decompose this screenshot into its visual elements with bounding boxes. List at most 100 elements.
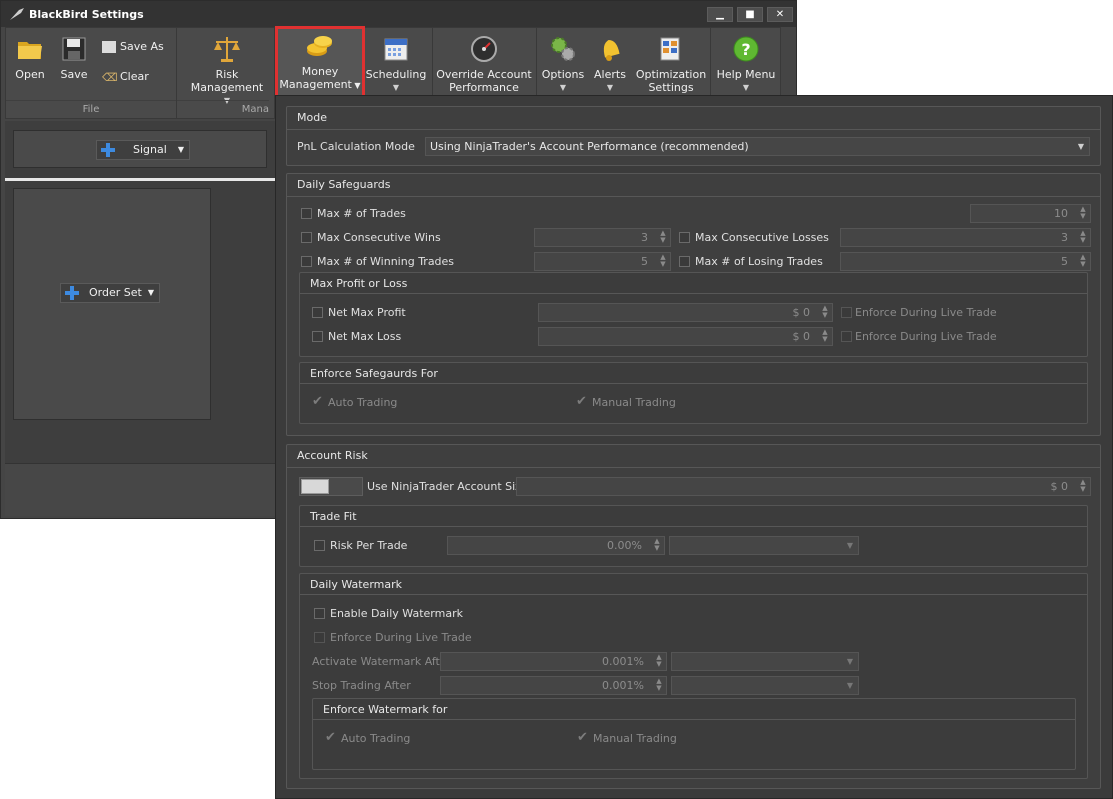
open-button[interactable]: Open — [10, 34, 50, 81]
gears-icon — [551, 37, 575, 61]
risk-management-button[interactable]: Risk Management ▼ — [181, 34, 273, 107]
max-winning-trades-input[interactable]: 5 ▲ ▼ — [534, 252, 671, 271]
spinner-icon[interactable]: ▲ ▼ — [1078, 479, 1088, 494]
save-button[interactable]: Save — [54, 34, 94, 81]
risk-per-trade-label: Risk Per Trade — [330, 539, 408, 552]
chevron-down-icon: ▼ — [147, 288, 154, 297]
title-bar: BlackBird Settings ▁ ■ ✕ — [1, 1, 796, 27]
maximize-button[interactable]: ■ — [737, 7, 763, 22]
risk-per-trade-unit-select[interactable]: ▼ — [669, 536, 859, 555]
divider — [710, 28, 711, 98]
spinner-icon[interactable]: ▲ ▼ — [1078, 230, 1088, 245]
manual-trading-checkmark-icon[interactable]: ✔ — [576, 395, 587, 408]
max-consecutive-losses-checkbox[interactable] — [679, 232, 690, 243]
add-plus-icon — [101, 143, 115, 157]
spinner-icon[interactable]: ▲ ▼ — [1078, 206, 1088, 221]
net-max-loss-checkbox[interactable] — [312, 331, 323, 342]
max-profit-loss-group: Max Profit or Loss Net Max Profit $ 0 ▲ ▼ … — [299, 272, 1088, 357]
help-question-icon: ? — [733, 36, 759, 62]
risk-per-trade-checkbox[interactable] — [314, 540, 325, 551]
signal-dropdown-button[interactable]: Signal ▼ — [96, 140, 190, 160]
save-as-icon — [102, 41, 116, 53]
net-loss-enforce-live-checkbox[interactable] — [841, 331, 852, 342]
mode-section-title: Mode — [297, 111, 327, 124]
clear-button[interactable]: ⌫ Clear — [102, 70, 174, 84]
max-consecutive-losses-label: Max Consecutive Losses — [695, 231, 829, 244]
account-risk-title: Account Risk — [297, 449, 368, 462]
spinner-icon[interactable]: ▲ ▼ — [820, 305, 830, 320]
daily-watermark-title: Daily Watermark — [310, 578, 403, 591]
spinner-icon[interactable]: ▲ ▼ — [658, 254, 668, 269]
divider — [536, 28, 537, 98]
watermark-manual-trading-label: Manual Trading — [593, 732, 677, 745]
watermark-enforce-live-checkbox[interactable] — [314, 632, 325, 643]
order-set-dropdown-button[interactable]: Order Set ▼ — [60, 283, 160, 303]
net-max-profit-checkbox[interactable] — [312, 307, 323, 318]
override-account-performance-button[interactable]: Override Account Performance — [436, 34, 532, 94]
max-consecutive-wins-input[interactable]: 3 ▲ ▼ — [534, 228, 671, 247]
svg-text:?: ? — [741, 40, 750, 59]
watermark-manual-checkmark-icon[interactable]: ✔ — [577, 731, 588, 744]
chevron-down-icon: ▼ — [1077, 142, 1084, 151]
dropdown-caret-icon: ▼ — [742, 83, 750, 92]
max-losing-trades-input[interactable]: 5 ▲ ▼ — [840, 252, 1091, 271]
net-max-profit-input[interactable]: $ 0 ▲ ▼ — [538, 303, 833, 322]
account-size-input[interactable]: $ 0 ▲ ▼ — [516, 477, 1091, 496]
close-button[interactable]: ✕ — [767, 7, 793, 22]
watermark-auto-checkmark-icon[interactable]: ✔ — [325, 731, 336, 744]
stop-trading-after-input[interactable]: 0.001% ▲ ▼ — [440, 676, 667, 695]
net-profit-enforce-live-label: Enforce During Live Trade — [855, 306, 997, 319]
auto-trading-checkmark-icon[interactable]: ✔ — [312, 395, 323, 408]
auto-trading-label: Auto Trading — [328, 396, 398, 409]
activate-watermark-unit-select[interactable]: ▼ — [671, 652, 859, 671]
save-as-button[interactable]: Save As — [102, 40, 174, 53]
max-trades-label: Max # of Trades — [317, 207, 406, 220]
risk-per-trade-input[interactable]: 0.00% ▲ ▼ — [447, 536, 665, 555]
divider — [432, 28, 433, 98]
net-max-loss-input[interactable]: $ 0 ▲ ▼ — [538, 327, 833, 346]
optimization-settings-button[interactable]: Optimization Settings — [634, 34, 708, 94]
max-consecutive-wins-checkbox[interactable] — [301, 232, 312, 243]
net-profit-enforce-live-checkbox[interactable] — [841, 307, 852, 318]
spinner-icon[interactable]: ▲ ▼ — [654, 654, 664, 669]
stop-trading-unit-select[interactable]: ▼ — [671, 676, 859, 695]
blackbird-logo-icon — [10, 8, 24, 20]
watermark-enforce-live-label: Enforce During Live Trade — [330, 631, 472, 644]
max-losing-trades-checkbox[interactable] — [679, 256, 690, 267]
max-winning-trades-label: Max # of Winning Trades — [317, 255, 455, 268]
gold-coins-icon — [307, 36, 332, 56]
max-trades-input[interactable]: 10 ▲ ▼ — [970, 204, 1091, 223]
spinner-icon[interactable]: ▲ ▼ — [820, 329, 830, 344]
max-consecutive-losses-input[interactable]: 3 ▲ ▼ — [840, 228, 1091, 247]
pnl-calculation-mode-label: PnL Calculation Mode — [297, 140, 415, 153]
spinner-icon[interactable]: ▲ ▼ — [1078, 254, 1088, 269]
max-trades-checkbox[interactable] — [301, 208, 312, 219]
daily-safeguards-section: Daily Safeguards Max # of Trades 10 ▲ ▼ Ma… — [286, 173, 1101, 436]
enable-watermark-checkbox[interactable] — [314, 608, 325, 619]
spinner-icon[interactable]: ▲ ▼ — [658, 230, 668, 245]
folder-icon — [18, 42, 42, 59]
spinner-icon[interactable]: ▲ ▼ — [652, 538, 662, 553]
broom-icon: ⌫ — [102, 71, 118, 84]
money-management-button[interactable]: Money Management ▼ — [275, 26, 365, 100]
divider — [300, 526, 1087, 527]
spinner-icon[interactable]: ▲ ▼ — [654, 678, 664, 693]
pnl-calculation-mode-select[interactable]: Using NinjaTrader's Account Performance … — [425, 137, 1090, 156]
minimize-button[interactable]: ▁ — [707, 7, 733, 22]
divider — [287, 129, 1100, 130]
alerts-button[interactable]: Alerts ▼ — [592, 34, 628, 94]
max-winning-trades-checkbox[interactable] — [301, 256, 312, 267]
divider — [300, 383, 1087, 384]
use-account-size-label: Use NinjaTrader Account Size — [367, 480, 528, 493]
activate-watermark-after-input[interactable]: 0.001% ▲ ▼ — [440, 652, 667, 671]
dropdown-caret-icon: ▼ — [392, 83, 400, 92]
scheduling-button[interactable]: Scheduling ▼ — [364, 34, 428, 94]
add-plus-icon — [65, 286, 79, 300]
options-button[interactable]: Options ▼ — [541, 34, 585, 94]
help-menu-button[interactable]: ? Help Menu ▼ — [714, 34, 778, 94]
dropdown-caret-icon: ▼ — [559, 83, 567, 92]
bell-icon — [603, 40, 620, 61]
divider — [313, 719, 1075, 720]
use-account-size-toggle[interactable] — [299, 477, 363, 496]
enforce-watermark-title: Enforce Watermark for — [323, 703, 448, 716]
